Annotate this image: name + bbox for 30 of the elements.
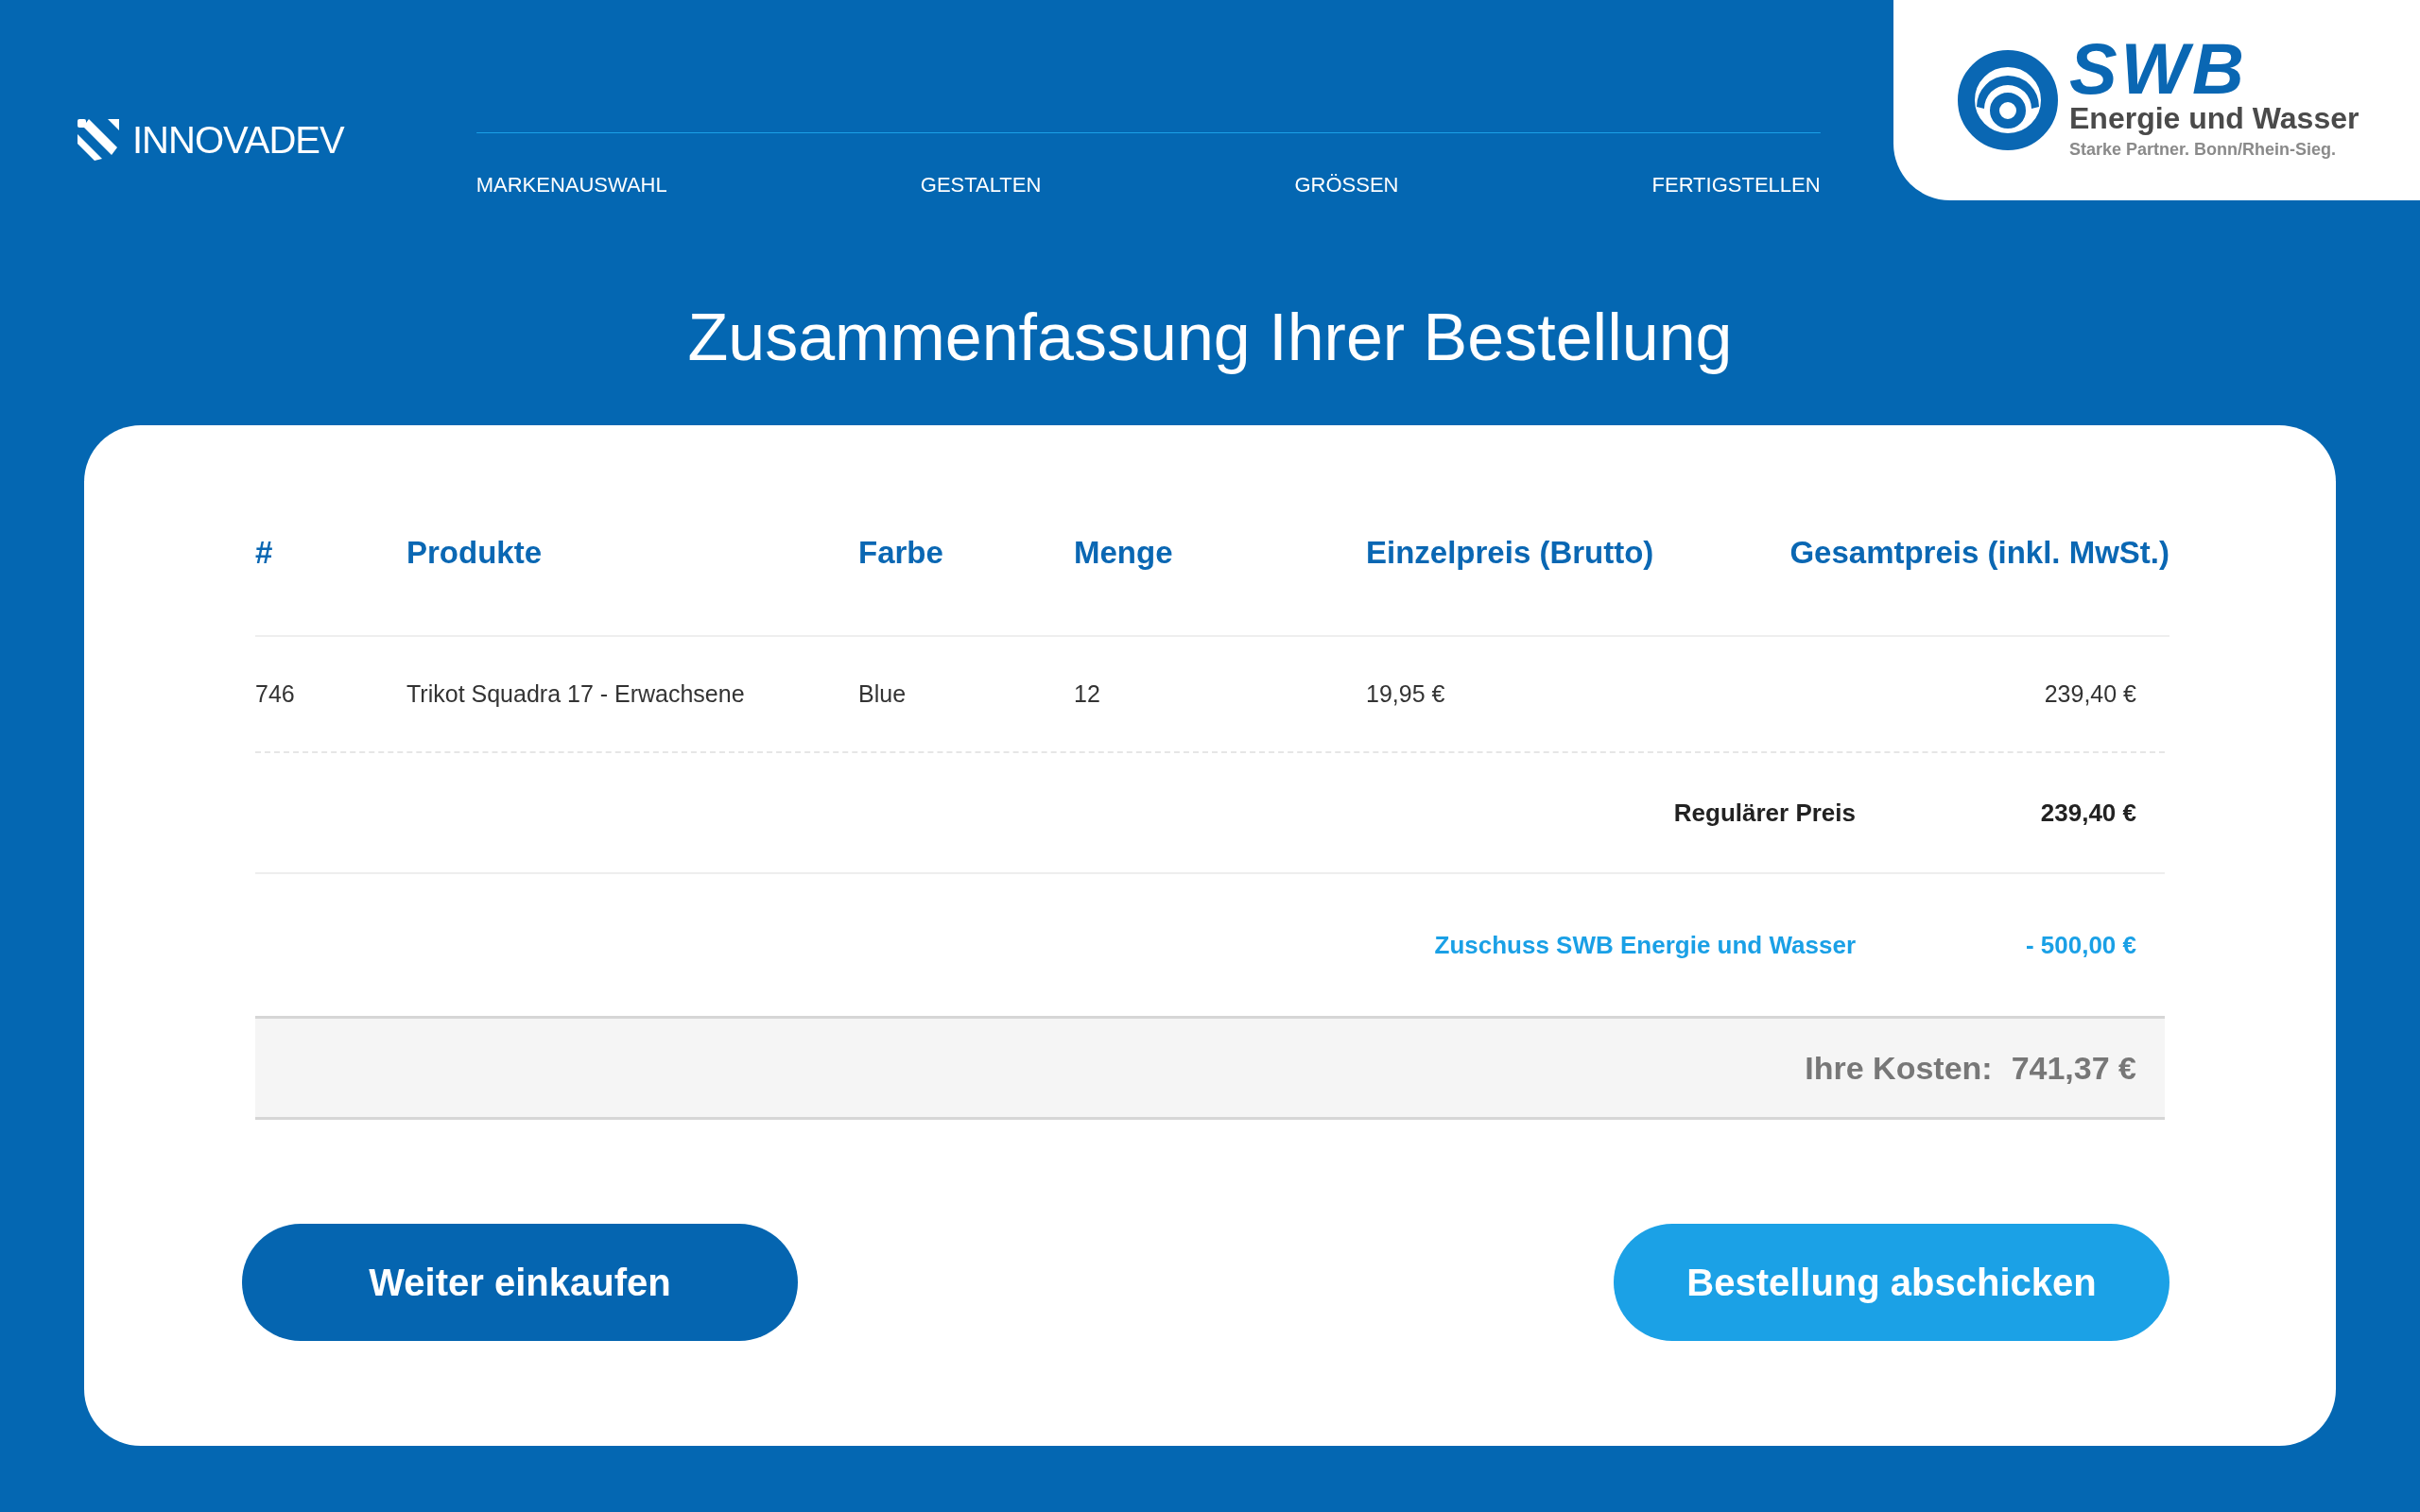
page-title: Zusammenfassung Ihrer Bestellung [686, 300, 1734, 376]
column-header: Gesamtpreis (inkl. MwSt.) [1789, 534, 2169, 572]
table-cell-text: 12 [1074, 679, 1101, 709]
summary-value: 239,40 € [2039, 797, 2137, 829]
partner-logo-subtitle: Energie und Wasser [2069, 99, 2360, 137]
table-cell-text: 239,40 € [2044, 679, 2137, 709]
brand-name: INNOVADEV [132, 118, 344, 163]
summary-value: - 500,00 € [2024, 929, 2137, 961]
column-header: # [255, 534, 274, 572]
step-label: GRÖSSEN [1294, 172, 1399, 198]
table-cell-text: Trikot Squadra 17 - Erwachsene [406, 679, 746, 709]
logo-icon [76, 117, 121, 163]
table-cell-text: 19,95 € [1366, 679, 1446, 709]
table-cell-text: 746 [255, 679, 296, 709]
summary-label: Regulärer Preis [1673, 797, 1856, 829]
step-label: GESTALTEN [920, 172, 1042, 198]
total-value: 741,37 € [2011, 1048, 2136, 1088]
column-header: Menge [1074, 534, 1174, 572]
step-label: FERTIGSTELLEN [1651, 172, 1821, 198]
partner-logo-tagline: Starke Partner. Bonn/Rhein-Sieg. [2069, 138, 2338, 161]
table-cell-text: Blue [858, 679, 908, 709]
partner-logo-name: SWB [2069, 38, 2249, 99]
column-header: Farbe [858, 534, 944, 572]
column-header: Einzelpreis (Brutto) [1366, 534, 1655, 572]
partner-logo-icon [1958, 50, 2058, 150]
column-header: Produkte [406, 534, 544, 572]
continue-shopping-button[interactable]: Weiter einkaufen [242, 1224, 798, 1341]
step-label: MARKENAUSWAHL [475, 172, 667, 198]
summary-label: Zuschuss SWB Energie und Wasser [1434, 929, 1856, 961]
total-label: Ihre Kosten: [1805, 1048, 1993, 1088]
